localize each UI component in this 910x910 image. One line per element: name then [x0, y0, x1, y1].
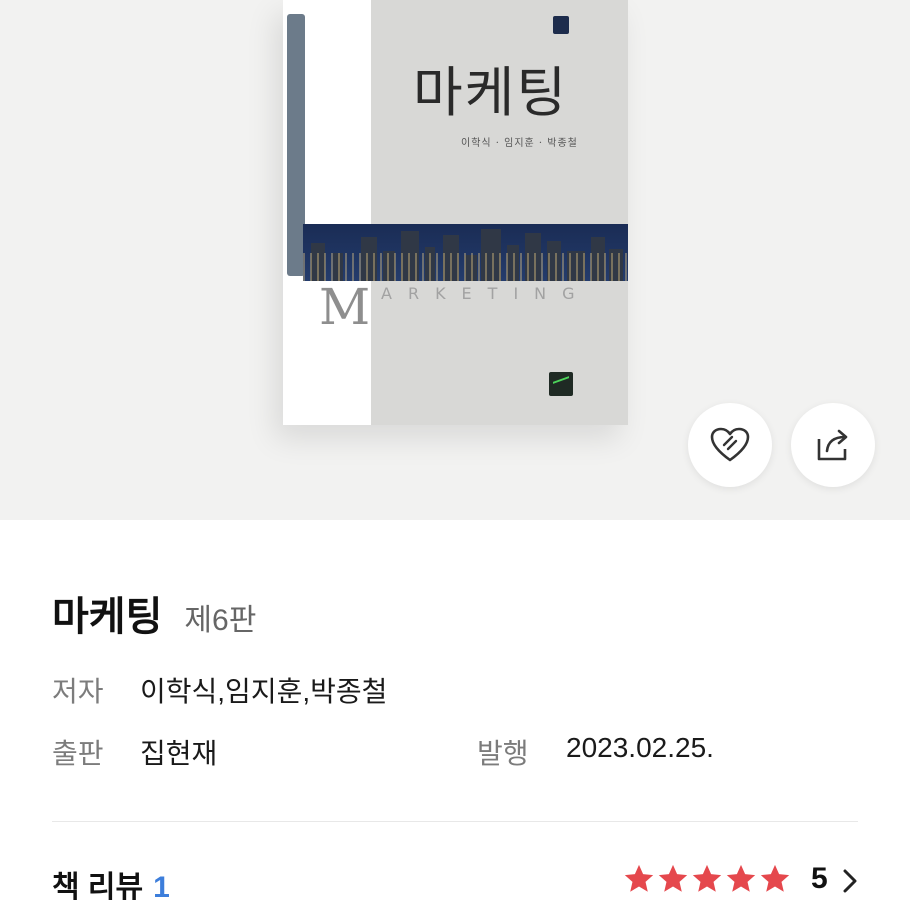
- star-rating: [622, 862, 792, 896]
- edition-badge-icon: [553, 16, 569, 34]
- book-spine: [283, 0, 371, 425]
- rating-value: 5: [811, 862, 828, 895]
- star-icon: [658, 864, 688, 892]
- book-review-link[interactable]: 책 리뷰 1: [52, 862, 170, 906]
- author-label: 저자: [52, 676, 104, 707]
- publisher-logo-icon: [549, 372, 573, 396]
- cover-letter-m: M: [319, 278, 371, 336]
- publish-date-value: 2023.02.25.: [566, 732, 714, 763]
- heart-icon: [710, 427, 750, 462]
- share-button[interactable]: [791, 403, 875, 487]
- divider: [52, 821, 858, 822]
- star-icon: [624, 864, 654, 892]
- book-title-row: 마케팅 제6판: [52, 584, 256, 640]
- review-label: 책 리뷰: [52, 871, 144, 904]
- star-icon: [692, 864, 722, 892]
- book-title: 마케팅: [52, 595, 163, 639]
- publish-date-label: 발행: [477, 738, 529, 769]
- book-cover-section: 마케팅 이학식 · 임지훈 · 박종철 M ARKETING: [0, 0, 910, 520]
- chevron-right-icon[interactable]: [842, 868, 858, 894]
- review-count: 1: [153, 871, 170, 904]
- star-icon: [726, 864, 756, 892]
- cover-title: 마케팅: [413, 61, 569, 124]
- share-icon: [817, 429, 848, 461]
- star-icon: [760, 864, 790, 892]
- publisher-label: 출판: [52, 738, 104, 769]
- book-cover-image[interactable]: 마케팅 이학식 · 임지훈 · 박종철 M ARKETING: [283, 0, 628, 425]
- like-button[interactable]: [688, 403, 772, 487]
- city-skyline-image: [303, 224, 628, 281]
- cover-authors: 이학식 · 임지훈 · 박종철: [461, 138, 578, 149]
- publisher-value[interactable]: 집현재: [140, 732, 217, 772]
- author-value[interactable]: 이학식,임지훈,박종철: [140, 670, 387, 710]
- cover-subtitle: ARKETING: [381, 284, 591, 303]
- book-edition: 제6판: [184, 604, 257, 637]
